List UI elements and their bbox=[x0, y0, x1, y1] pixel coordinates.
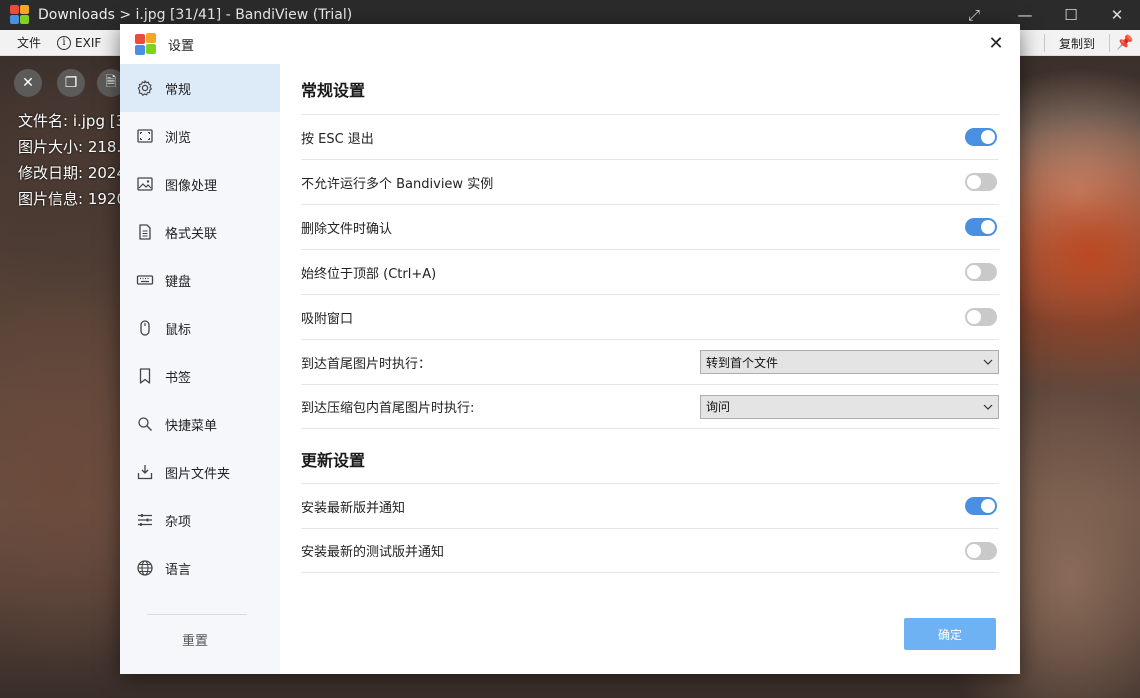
close-overlay-icon[interactable]: ✕ bbox=[14, 69, 42, 97]
close-window-button[interactable]: ✕ bbox=[1094, 0, 1140, 30]
pin-icon[interactable]: 📌 bbox=[1110, 35, 1140, 51]
copy-to-button[interactable]: 复制到 bbox=[1045, 35, 1109, 52]
setting-row-notify-beta: 安装最新的测试版并通知 bbox=[301, 528, 999, 573]
chevron-down-icon bbox=[983, 404, 993, 410]
info-modified: 修改日期: 2024/ bbox=[18, 164, 132, 182]
sidebar-item-label: 格式关联 bbox=[165, 226, 218, 242]
toggle-switch[interactable] bbox=[965, 263, 997, 281]
dialog-title: 设置 bbox=[168, 38, 195, 54]
mouse-icon bbox=[136, 319, 154, 337]
sidebar-item-label: 键盘 bbox=[165, 274, 192, 290]
sidebar-item-image-processing[interactable]: 图像处理 bbox=[120, 160, 280, 208]
select-value: 转到首个文件 bbox=[706, 355, 779, 370]
sidebar-item-label: 图片文件夹 bbox=[165, 466, 231, 482]
toggle-switch[interactable] bbox=[965, 308, 997, 326]
setting-row-always-on-top: 始终位于顶部 (Ctrl+A) bbox=[301, 249, 999, 294]
bandiview-logo-icon bbox=[10, 5, 30, 25]
setting-label: 吸附窗口 bbox=[301, 311, 354, 327]
sidebar-divider bbox=[147, 614, 247, 615]
maximize-button[interactable]: ☐ bbox=[1048, 0, 1094, 30]
reset-button[interactable]: 重置 bbox=[120, 630, 270, 649]
sliders-icon bbox=[136, 511, 154, 529]
ok-button[interactable]: 确定 bbox=[904, 618, 996, 650]
search-icon bbox=[136, 415, 154, 433]
setting-label: 安装最新的测试版并通知 bbox=[301, 545, 445, 560]
setting-label: 到达首尾图片时执行： bbox=[301, 356, 432, 372]
update-settings-heading: 更新设置 bbox=[301, 451, 366, 470]
sidebar-item-mouse[interactable]: 鼠标 bbox=[120, 304, 280, 352]
sidebar-item-browse[interactable]: 浏览 bbox=[120, 112, 280, 160]
toggle-switch[interactable] bbox=[965, 497, 997, 515]
sidebar-item-general[interactable]: 常规 bbox=[120, 64, 280, 112]
end-of-images-select[interactable]: 转到首个文件 bbox=[700, 350, 999, 374]
setting-row-confirm-delete: 删除文件时确认 bbox=[301, 204, 999, 249]
sidebar-item-label: 书签 bbox=[165, 370, 192, 386]
setting-label: 删除文件时确认 bbox=[301, 221, 393, 237]
info-image-info: 图片信息: 1920x bbox=[18, 190, 135, 208]
setting-label: 不允许运行多个 Bandiview 实例 bbox=[301, 176, 494, 192]
keyboard-icon bbox=[136, 271, 154, 289]
sidebar-item-label: 鼠标 bbox=[165, 322, 192, 338]
sidebar-item-label: 浏览 bbox=[165, 130, 192, 146]
end-of-archive-select[interactable]: 询问 bbox=[700, 394, 999, 419]
sidebar-item-label: 图像处理 bbox=[165, 178, 218, 194]
setting-row-single-instance: 不允许运行多个 Bandiview 实例 bbox=[301, 159, 999, 204]
setting-label: 到达压缩包内首尾图片时执行: bbox=[301, 401, 475, 416]
bandiview-logo-icon bbox=[135, 33, 157, 55]
sidebar-item-language[interactable]: 语言 bbox=[120, 544, 280, 592]
setting-row-esc-exit: 按 ESC 退出 bbox=[301, 114, 999, 159]
sidebar-item-misc[interactable]: 杂项 bbox=[120, 496, 280, 544]
toggle-switch[interactable] bbox=[965, 218, 997, 236]
globe-icon bbox=[136, 559, 154, 577]
sidebar-item-bookmarks[interactable]: 书签 bbox=[120, 352, 280, 400]
setting-label: 始终位于顶部 (Ctrl+A) bbox=[301, 266, 437, 282]
select-value: 询问 bbox=[706, 400, 731, 414]
toggle-switch[interactable] bbox=[965, 173, 997, 191]
sidebar-item-label: 语言 bbox=[165, 562, 192, 578]
image-icon bbox=[136, 175, 154, 193]
menu-exif-label: EXIF bbox=[75, 35, 102, 50]
setting-row-end-of-images: 到达首尾图片时执行： 转到首个文件 bbox=[301, 339, 999, 384]
dialog-close-button[interactable]: ✕ bbox=[984, 32, 1008, 56]
gear-icon bbox=[136, 79, 154, 97]
general-settings-heading: 常规设置 bbox=[301, 81, 366, 100]
sidebar-item-keyboard[interactable]: 键盘 bbox=[120, 256, 280, 304]
toggle-switch[interactable] bbox=[965, 541, 997, 560]
fullscreen-icon bbox=[136, 127, 154, 145]
setting-row-end-of-archive: 到达压缩包内首尾图片时执行: 询问 bbox=[301, 384, 999, 429]
setting-label: 安装最新版并通知 bbox=[301, 500, 406, 516]
window-title: Downloads > i.jpg [31/41] - BandiView (T… bbox=[38, 7, 353, 23]
sidebar-item-label: 常规 bbox=[165, 82, 192, 98]
menu-exif[interactable]: i EXIF bbox=[49, 35, 109, 50]
info-size: 图片大小: 218.6 bbox=[18, 138, 131, 156]
setting-row-snap-window: 吸附窗口 bbox=[301, 294, 999, 339]
settings-content: 常规设置 按 ESC 退出 不允许运行多个 Bandiview 实例 删除文件时… bbox=[301, 64, 999, 573]
sidebar-item-image-folder[interactable]: 图片文件夹 bbox=[120, 448, 280, 496]
bookmark-icon bbox=[136, 367, 154, 385]
toggle-switch[interactable] bbox=[965, 128, 997, 146]
image-info-overlay: 文件名: i.jpg [31 图片大小: 218.6 修改日期: 2024/ 图… bbox=[18, 108, 135, 212]
menu-file[interactable]: 文件 bbox=[0, 34, 49, 51]
document-icon bbox=[136, 223, 154, 241]
settings-dialog: 设置 ✕ 常规 浏览 图像处理 格式关联 键盘 鼠标 书签 快捷菜单 图片文件夹… bbox=[120, 24, 1020, 674]
info-filename: 文件名: i.jpg [31 bbox=[18, 112, 135, 130]
sidebar-item-label: 快捷菜单 bbox=[165, 418, 218, 434]
download-folder-icon bbox=[136, 463, 154, 481]
dialog-header: 设置 ✕ bbox=[120, 24, 1020, 64]
chevron-down-icon bbox=[983, 359, 993, 365]
setting-label: 按 ESC 退出 bbox=[301, 131, 374, 147]
sidebar-item-file-association[interactable]: 格式关联 bbox=[120, 208, 280, 256]
sidebar-item-context-menu[interactable]: 快捷菜单 bbox=[120, 400, 280, 448]
settings-sidebar: 常规 浏览 图像处理 格式关联 键盘 鼠标 书签 快捷菜单 图片文件夹 杂项 语… bbox=[120, 64, 280, 674]
copy-icon[interactable]: ❐ bbox=[57, 69, 85, 97]
setting-row-notify-latest: 安装最新版并通知 bbox=[301, 483, 999, 528]
sidebar-item-label: 杂项 bbox=[165, 514, 192, 530]
info-icon: i bbox=[57, 35, 72, 50]
